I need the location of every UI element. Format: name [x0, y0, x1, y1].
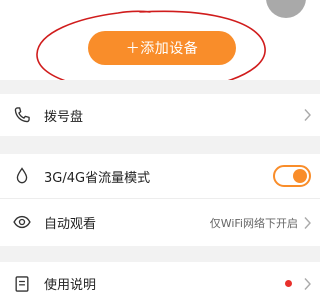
avatar[interactable] [266, 0, 306, 18]
chevron-right-icon [304, 217, 311, 229]
toggle-knob [293, 169, 307, 183]
notification-badge [285, 280, 292, 287]
menu-row-traffic-mode: 3G/4G省流量模式 [0, 154, 320, 198]
menu-row-auto-watch[interactable]: 自动观看 仅WiFi网络下开启 [0, 199, 320, 246]
add-device-button[interactable]: ＋添加设备 [88, 31, 236, 65]
chevron-right-icon [304, 278, 311, 290]
menu-row-dialpad[interactable]: 拨号盘 [0, 94, 320, 136]
auto-watch-label: 自动观看 [44, 217, 97, 232]
traffic-mode-toggle[interactable] [273, 165, 311, 187]
section-gap [0, 246, 320, 262]
eye-icon [13, 215, 31, 229]
manual-label: 使用说明 [44, 278, 97, 293]
header-area: ＋添加设备 [0, 0, 320, 80]
book-icon [15, 276, 29, 292]
chevron-right-icon [304, 109, 311, 121]
section-gap [0, 136, 320, 154]
menu-row-manual[interactable]: 使用说明 [0, 262, 320, 305]
section-gap [0, 80, 320, 94]
auto-watch-value: 仅WiFi网络下开启 [209, 216, 298, 230]
water-drop-icon [16, 167, 28, 184]
traffic-mode-label: 3G/4G省流量模式 [44, 170, 151, 186]
phone-icon [14, 107, 30, 123]
dialpad-label: 拨号盘 [44, 109, 84, 125]
